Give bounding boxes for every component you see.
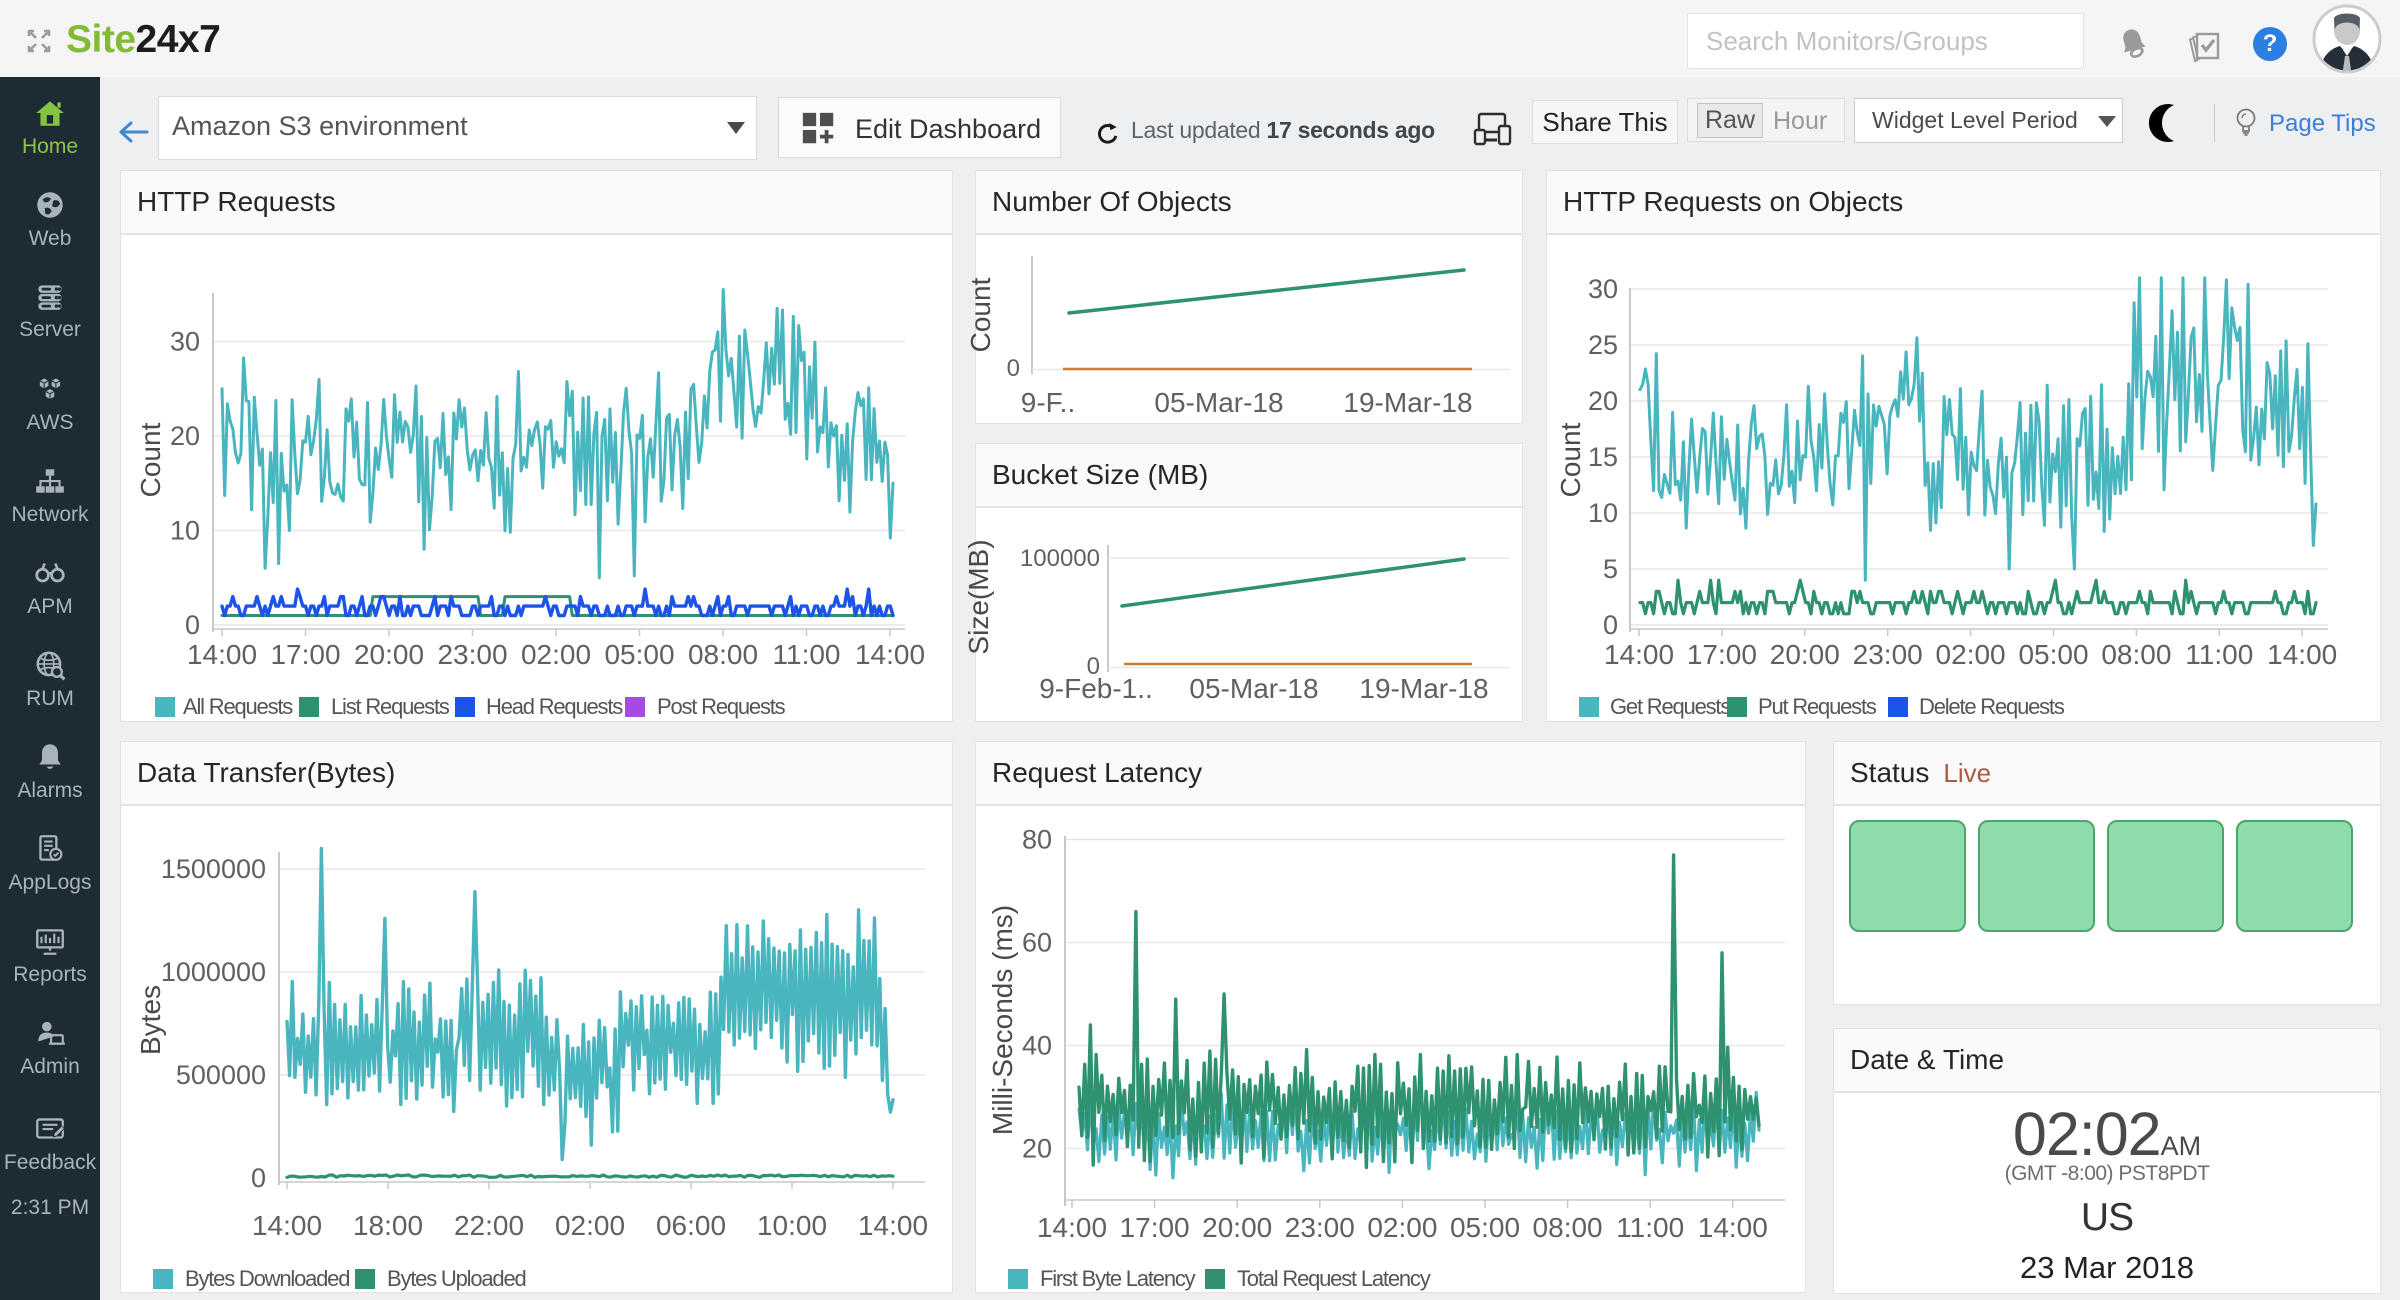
svg-text:Size(MB): Size(MB) [963,539,994,654]
svg-text:Bytes Downloaded: Bytes Downloaded [185,1266,349,1291]
svg-text:All Requests: All Requests [183,694,293,719]
svg-text:14:00: 14:00 [2267,639,2337,670]
svg-text:Post Requests: Post Requests [657,694,786,719]
svg-text:Put Requests: Put Requests [1758,694,1877,719]
svg-text:0: 0 [1007,355,1020,382]
svg-text:14:00: 14:00 [252,1210,322,1241]
svg-text:60: 60 [1022,928,1052,958]
svg-text:10: 10 [1588,498,1618,528]
svg-text:25: 25 [1588,330,1618,360]
svg-text:23:00: 23:00 [1853,639,1923,670]
svg-text:0: 0 [185,610,200,640]
svg-text:05:00: 05:00 [1450,1212,1520,1243]
svg-text:40: 40 [1022,1031,1052,1061]
svg-text:9-Feb-1..: 9-Feb-1.. [1039,673,1153,704]
svg-text:05-Mar-18: 05-Mar-18 [1154,387,1283,418]
svg-text:Bytes: Bytes [135,985,166,1055]
svg-text:1500000: 1500000 [161,854,266,884]
svg-text:05-Mar-18: 05-Mar-18 [1189,673,1318,704]
svg-text:20:00: 20:00 [1202,1212,1272,1243]
svg-text:06:00: 06:00 [656,1210,726,1241]
svg-text:05:00: 05:00 [2018,639,2088,670]
svg-text:11:00: 11:00 [773,639,841,670]
svg-text:19-Mar-18: 19-Mar-18 [1343,387,1472,418]
svg-text:02:00: 02:00 [1936,639,2006,670]
svg-text:11:00: 11:00 [2185,639,2253,670]
svg-text:08:00: 08:00 [1533,1212,1603,1243]
svg-text:Delete Requests: Delete Requests [1919,694,2065,719]
svg-text:17:00: 17:00 [1687,639,1757,670]
svg-text:14:00: 14:00 [1698,1212,1768,1243]
svg-text:14:00: 14:00 [187,639,257,670]
svg-text:Count: Count [1555,422,1586,497]
svg-text:18:00: 18:00 [353,1210,423,1241]
svg-text:17:00: 17:00 [1120,1212,1190,1243]
svg-text:Bytes Uploaded: Bytes Uploaded [387,1266,526,1291]
svg-text:Count: Count [135,422,166,497]
svg-text:19-Mar-18: 19-Mar-18 [1359,673,1488,704]
svg-text:20: 20 [1022,1134,1052,1164]
svg-text:First Byte Latency: First Byte Latency [1040,1266,1196,1291]
svg-text:List Requests: List Requests [331,694,450,719]
svg-text:20: 20 [1588,386,1618,416]
svg-text:23:00: 23:00 [1285,1212,1355,1243]
svg-text:Milli-Seconds (ms): Milli-Seconds (ms) [987,905,1018,1135]
svg-text:14:00: 14:00 [858,1210,928,1241]
svg-text:0: 0 [1603,610,1618,640]
svg-text:20:00: 20:00 [1770,639,1840,670]
svg-text:14:00: 14:00 [855,639,925,670]
svg-text:80: 80 [1022,825,1052,855]
svg-text:17:00: 17:00 [270,639,340,670]
svg-text:9-F..: 9-F.. [1021,387,1075,418]
svg-text:02:00: 02:00 [555,1210,625,1241]
svg-text:15: 15 [1588,442,1618,472]
svg-text:20:00: 20:00 [354,639,424,670]
svg-text:05:00: 05:00 [604,639,674,670]
svg-text:08:00: 08:00 [2101,639,2171,670]
svg-text:22:00: 22:00 [454,1210,524,1241]
svg-text:1000000: 1000000 [161,957,266,987]
svg-text:14:00: 14:00 [1604,639,1674,670]
svg-text:08:00: 08:00 [688,639,758,670]
svg-text:30: 30 [1588,274,1618,304]
svg-text:Head Requests: Head Requests [486,694,623,719]
svg-text:Get Requests: Get Requests [1610,694,1731,719]
svg-text:02:00: 02:00 [521,639,591,670]
svg-text:23:00: 23:00 [437,639,507,670]
svg-text:11:00: 11:00 [1616,1212,1684,1243]
svg-text:Count: Count [965,277,996,352]
svg-text:0: 0 [251,1163,266,1193]
svg-text:100000: 100000 [1020,545,1100,572]
svg-text:02:00: 02:00 [1367,1212,1437,1243]
svg-text:500000: 500000 [176,1060,266,1090]
svg-text:14:00: 14:00 [1037,1212,1107,1243]
svg-text:5: 5 [1603,554,1618,584]
svg-text:20: 20 [170,421,200,451]
svg-text:30: 30 [170,327,200,357]
svg-text:10:00: 10:00 [757,1210,827,1241]
svg-text:Total Request Latency: Total Request Latency [1237,1266,1431,1291]
svg-text:10: 10 [170,516,200,546]
